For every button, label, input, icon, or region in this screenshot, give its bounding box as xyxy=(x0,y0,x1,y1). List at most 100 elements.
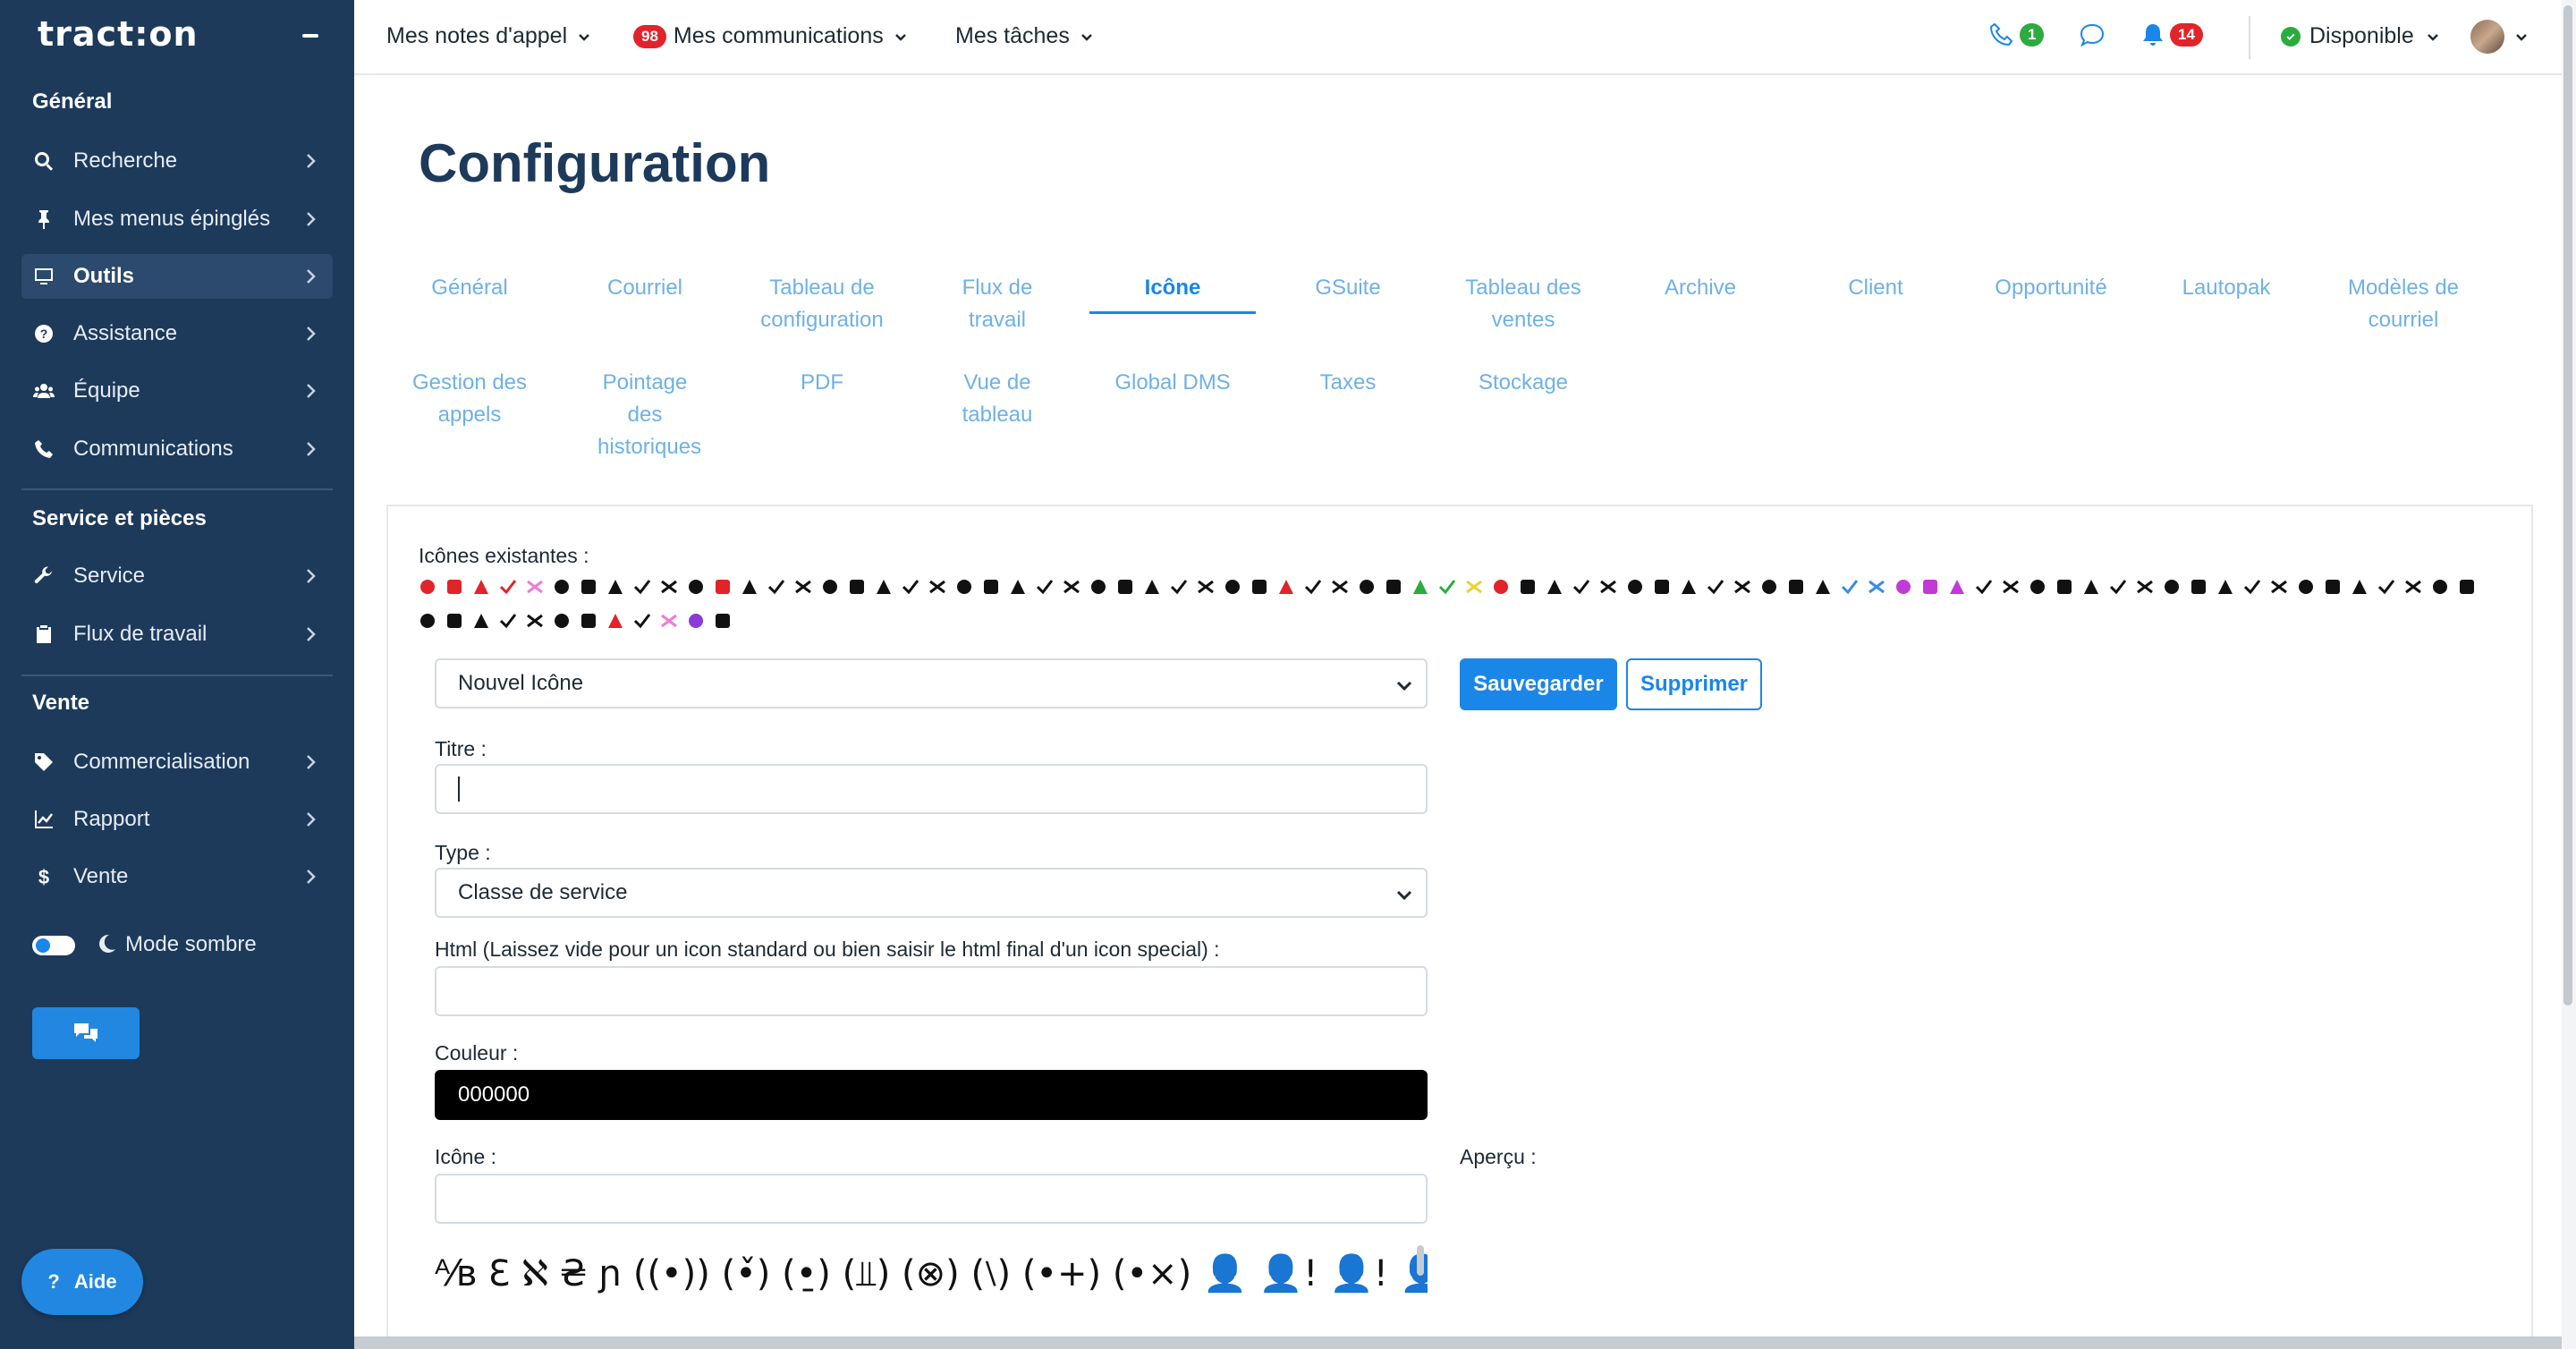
tab-tableau-de-configuration[interactable]: Tableau de configuration xyxy=(739,272,905,336)
existing-icon[interactable] xyxy=(1145,580,1159,594)
existing-icon[interactable] xyxy=(929,580,945,594)
existing-icon[interactable] xyxy=(447,580,462,594)
communications-menu[interactable]: 98 Mes communications xyxy=(633,23,909,49)
tab-gsuite[interactable]: GSuite xyxy=(1265,272,1431,304)
type-select[interactable]: Classe de service xyxy=(435,868,1428,918)
sidebar-item-assistance[interactable]: ? Assistance xyxy=(21,311,333,356)
existing-icon[interactable] xyxy=(877,580,891,594)
existing-icon[interactable] xyxy=(1091,580,1106,594)
existing-icon[interactable] xyxy=(2352,580,2367,594)
existing-icon[interactable] xyxy=(823,580,837,594)
existing-icon[interactable] xyxy=(527,614,543,628)
existing-icon[interactable] xyxy=(420,580,435,594)
tab-pointage-des-historiques[interactable]: Pointage des historiques xyxy=(562,367,728,463)
existing-icon[interactable] xyxy=(2326,580,2340,594)
chevron-down-icon[interactable] xyxy=(2513,29,2529,45)
existing-icon[interactable] xyxy=(1896,580,1911,594)
existing-icon[interactable] xyxy=(716,614,730,628)
existing-icon[interactable] xyxy=(555,580,569,594)
icon-picker-glyphs[interactable]: ᴬ⁄ʙ ℇ ℵ ₴ ɲ ((•)) (•̌) (•̱) (⫫) (⊗) (⧵) … xyxy=(435,1253,1428,1294)
icon-input[interactable] xyxy=(435,1174,1428,1224)
existing-icons-row-1[interactable] xyxy=(419,573,2494,601)
chat-button[interactable] xyxy=(32,1007,140,1059)
existing-icon[interactable] xyxy=(1118,580,1132,594)
sidebar-item-communications[interactable]: Communications xyxy=(21,427,333,471)
existing-icon[interactable] xyxy=(1547,580,1562,594)
existing-icon[interactable] xyxy=(689,614,703,628)
existing-icon[interactable] xyxy=(902,580,919,595)
sidebar-item-service[interactable]: Service xyxy=(21,554,333,598)
existing-icon[interactable] xyxy=(1600,580,1616,594)
existing-icons-row-2[interactable] xyxy=(419,607,741,635)
call-notes-menu[interactable]: Mes notes d'appel xyxy=(386,23,592,49)
horizontal-scrollbar[interactable] xyxy=(354,1336,2562,1349)
icon-select[interactable]: Nouvel Icône xyxy=(435,658,1428,708)
existing-icon[interactable] xyxy=(474,614,488,628)
tab-vue-de-tableau[interactable]: Vue de tableau xyxy=(914,367,1080,431)
existing-icon[interactable] xyxy=(447,614,462,628)
title-input[interactable] xyxy=(435,764,1428,814)
tab-modeles-de-courriel[interactable]: Modèles de courriel xyxy=(2320,272,2487,336)
existing-icon[interactable] xyxy=(1734,580,1750,594)
existing-icon[interactable] xyxy=(1011,580,1025,594)
existing-icon[interactable] xyxy=(1170,580,1188,595)
existing-icon[interactable] xyxy=(2433,580,2447,594)
existing-icon[interactable] xyxy=(581,614,596,628)
sidebar-item-outils[interactable]: Outils xyxy=(21,254,333,299)
existing-icon[interactable] xyxy=(2109,580,2127,595)
existing-icon[interactable] xyxy=(1304,580,1322,595)
existing-icon[interactable] xyxy=(1628,580,1642,594)
tab-client[interactable]: Client xyxy=(1792,272,1959,304)
phone-button[interactable]: 1 xyxy=(1987,21,2051,48)
sidebar-item-commercialisation[interactable]: Commercialisation xyxy=(21,740,333,785)
existing-icon[interactable] xyxy=(1572,580,1590,595)
existing-icon[interactable] xyxy=(742,580,757,594)
existing-icons-glyphs[interactable] xyxy=(419,607,741,635)
existing-icon[interactable] xyxy=(1789,580,1803,594)
existing-icon[interactable] xyxy=(2377,580,2395,595)
existing-icon[interactable] xyxy=(2243,580,2261,595)
tab-global-dms[interactable]: Global DMS xyxy=(1089,367,1256,399)
existing-icon[interactable] xyxy=(716,580,730,594)
traction-logo[interactable]: tract:on xyxy=(38,14,199,54)
existing-icon[interactable] xyxy=(608,614,623,628)
existing-icon[interactable] xyxy=(2405,580,2421,594)
help-button[interactable]: ? Aide xyxy=(21,1249,143,1315)
tab-tableau-des-ventes[interactable]: Tableau des ventes xyxy=(1440,272,1606,336)
tab-gestion-des-appels[interactable]: Gestion des appels xyxy=(386,367,553,431)
existing-icons-glyphs[interactable] xyxy=(419,573,2494,601)
existing-icon[interactable] xyxy=(1841,580,1859,595)
existing-icon[interactable] xyxy=(2030,580,2045,594)
existing-icon[interactable] xyxy=(1762,580,1776,594)
existing-icon[interactable] xyxy=(581,580,596,594)
sidebar-item-recherche[interactable]: Recherche xyxy=(21,139,333,183)
tab-courriel[interactable]: Courriel xyxy=(562,272,728,304)
existing-icon[interactable] xyxy=(499,580,517,595)
existing-icon[interactable] xyxy=(474,580,488,594)
page-scrollbar-thumb[interactable] xyxy=(2563,5,2572,1005)
existing-icon[interactable] xyxy=(420,614,435,628)
sidebar-item-rapport[interactable]: Rapport xyxy=(21,797,333,842)
existing-icon[interactable] xyxy=(1707,580,1724,595)
avatar[interactable] xyxy=(2470,20,2504,54)
color-input[interactable]: 000000 xyxy=(435,1070,1428,1120)
existing-icon[interactable] xyxy=(1923,580,1937,594)
existing-icon[interactable] xyxy=(1036,580,1054,595)
existing-icon[interactable] xyxy=(795,580,811,594)
existing-icon[interactable] xyxy=(555,614,569,628)
existing-icon[interactable] xyxy=(1494,580,1508,594)
existing-icon[interactable] xyxy=(2165,580,2179,594)
delete-button[interactable]: Supprimer xyxy=(1626,658,1762,710)
dark-mode-toggle[interactable] xyxy=(32,936,75,955)
status-selector[interactable]: Disponible xyxy=(2281,23,2441,49)
existing-icon[interactable] xyxy=(689,580,703,594)
existing-icon[interactable] xyxy=(1682,580,1696,594)
existing-icon[interactable] xyxy=(661,580,677,594)
existing-icon[interactable] xyxy=(1225,580,1240,594)
tab-lautopak[interactable]: Lautopak xyxy=(2143,272,2309,304)
existing-icon[interactable] xyxy=(2218,580,2233,594)
existing-icon[interactable] xyxy=(527,580,543,594)
existing-icon[interactable] xyxy=(661,614,677,628)
save-button[interactable]: Sauvegarder xyxy=(1460,658,1617,710)
existing-icon[interactable] xyxy=(1279,580,1293,594)
